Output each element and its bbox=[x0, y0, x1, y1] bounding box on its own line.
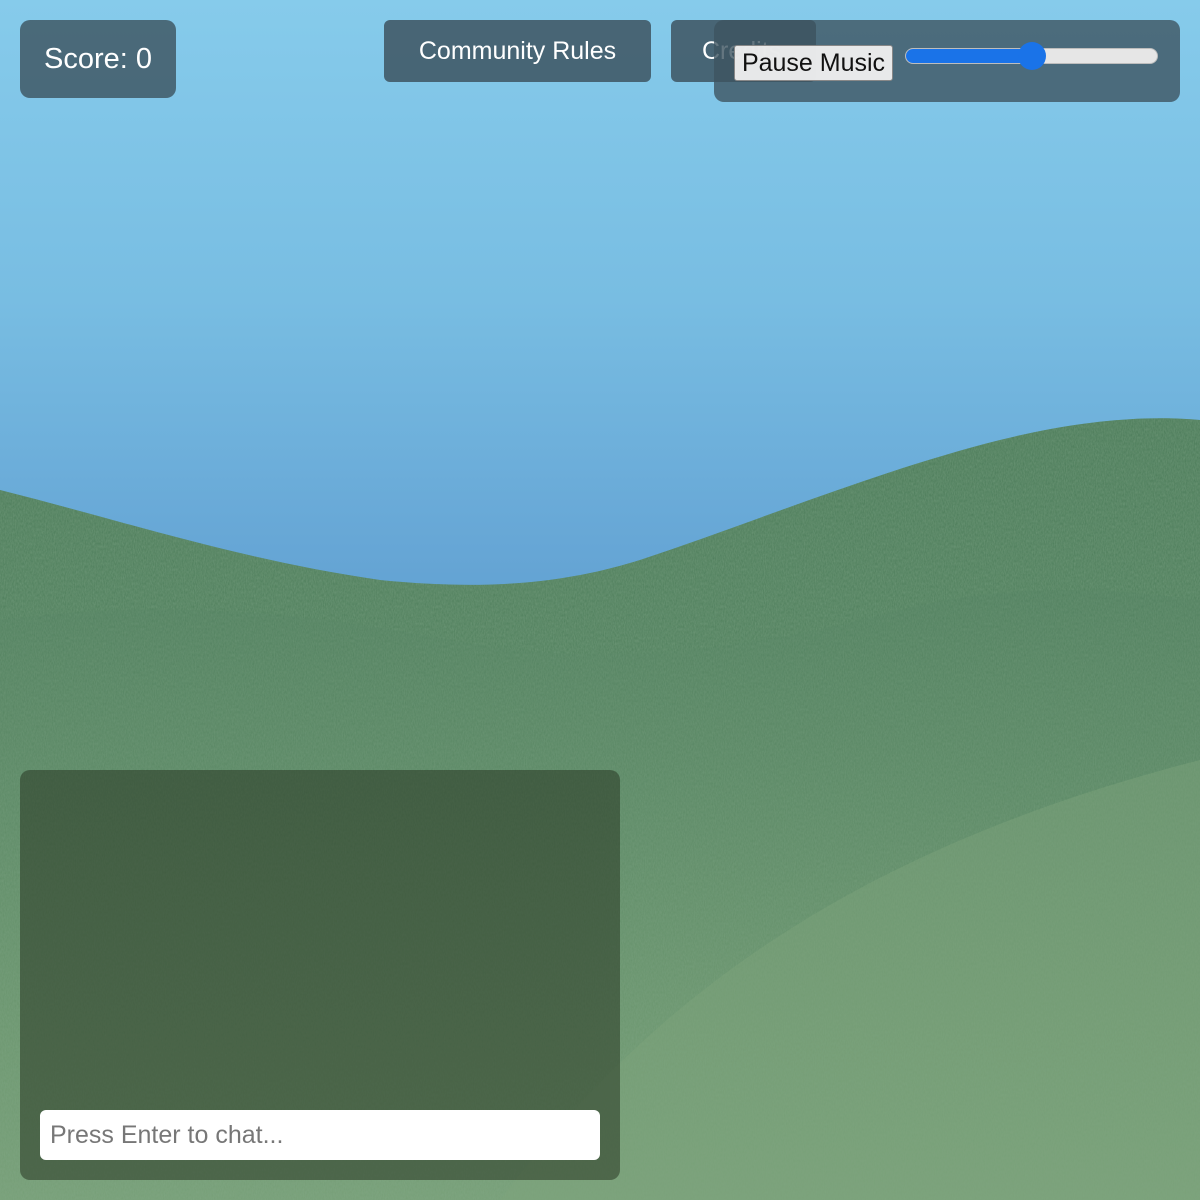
chat-input[interactable] bbox=[40, 1110, 600, 1160]
volume-slider[interactable] bbox=[905, 42, 1158, 70]
score-display: Score: 0 bbox=[20, 20, 176, 98]
community-rules-button[interactable]: Community Rules bbox=[384, 20, 651, 82]
chat-panel bbox=[20, 770, 620, 1180]
score-text: Score: 0 bbox=[44, 42, 152, 75]
pause-music-button[interactable]: Pause Music bbox=[734, 45, 893, 81]
volume-slider-fill bbox=[906, 49, 1032, 63]
chat-messages bbox=[40, 790, 600, 1110]
volume-slider-thumb[interactable] bbox=[1017, 42, 1046, 70]
